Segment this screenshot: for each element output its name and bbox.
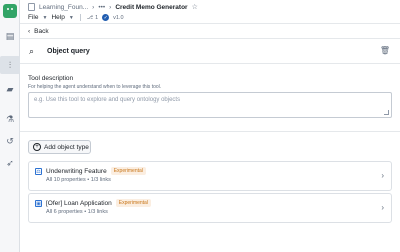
flask-icon[interactable]: ⚗ (4, 113, 16, 125)
object-type-meta: All 10 properties • 1/3 links (46, 177, 111, 183)
object-type-meta: All 6 properties • 1/3 links (46, 209, 108, 215)
menu-help[interactable]: Help (51, 14, 64, 21)
chevron-down-icon: ▼ (68, 14, 74, 21)
object-type-icon: ▣ (35, 200, 42, 207)
chevron-down-icon: ▼ (42, 14, 48, 21)
chevron-right-icon: › (381, 171, 384, 180)
breadcrumb: Learning_Foun... › ••• › Credit Memo Gen… (28, 3, 198, 11)
file-icon (28, 3, 35, 11)
left-rail: ▤ ⫶ ▰ ⚗ ↺ ➶ (0, 0, 20, 252)
plus-icon: + (33, 143, 41, 151)
object-type-name: Underwriting Feature (46, 167, 107, 175)
chevron-right-icon: › (109, 3, 112, 11)
tool-description-label: Tool description (28, 75, 74, 82)
object-type-card[interactable]: ▣ [Ofer] Loan Application Experimental A… (28, 193, 392, 223)
branch-count: 1 (95, 14, 99, 21)
section-title: Object query (47, 48, 90, 55)
version-label[interactable]: v1.0 (113, 15, 123, 21)
object-type-name-row: [Ofer] Loan Application Experimental (46, 199, 151, 207)
sliders-icon[interactable]: ⫶ (0, 56, 20, 74)
page-title[interactable]: Credit Memo Generator (115, 4, 187, 11)
app-header: Learning_Foun... › ••• › Credit Memo Gen… (20, 0, 400, 24)
divider (79, 14, 81, 21)
object-type-name: [Ofer] Loan Application (46, 199, 112, 207)
object-type-name-row: Underwriting Feature Experimental (46, 167, 146, 175)
tool-description-help: For helping the agent understand when to… (28, 84, 162, 90)
document-icon[interactable]: ▤ (4, 30, 16, 42)
history-icon[interactable]: ↺ (4, 135, 16, 147)
object-type-icon: ⚖ (35, 168, 42, 175)
menu-file[interactable]: File (28, 14, 38, 21)
branch-badge[interactable]: ⎇ 1 (87, 15, 98, 21)
chat-icon[interactable]: ▰ (4, 83, 16, 95)
trash-icon[interactable]: 🗑 (380, 46, 390, 55)
chevron-right-icon: › (92, 3, 95, 11)
experimental-tag: Experimental (115, 199, 151, 207)
add-object-type-label: Add object type (44, 143, 89, 151)
tool-description-input[interactable]: e.g. Use this tool to explore and query … (28, 92, 392, 118)
back-button[interactable]: ‹ Back (20, 24, 400, 39)
menu-bar: File ▼ Help ▼ ⎇ 1 ✓ v1.0 (28, 14, 124, 21)
chevron-right-icon: › (381, 203, 384, 212)
section-header: ⌕ Object query 🗑 (20, 39, 400, 64)
branch-icon: ⎇ (86, 14, 94, 21)
star-icon[interactable]: ☆ (192, 3, 198, 11)
app-logo-icon[interactable] (3, 4, 17, 18)
more-icon[interactable]: ••• (98, 4, 105, 11)
breadcrumb-folder[interactable]: Learning_Foun... (39, 4, 88, 11)
rocket-icon[interactable]: ➶ (4, 157, 16, 169)
experimental-tag: Experimental (110, 167, 146, 175)
check-circle-icon: ✓ (102, 14, 110, 21)
back-label: Back (34, 27, 49, 35)
object-type-card[interactable]: ⚖ Underwriting Feature Experimental All … (28, 161, 392, 191)
chevron-left-icon: ‹ (28, 27, 31, 35)
divider (20, 131, 400, 132)
search-icon: ⌕ (29, 46, 35, 56)
add-object-type-button[interactable]: + Add object type (28, 140, 91, 154)
